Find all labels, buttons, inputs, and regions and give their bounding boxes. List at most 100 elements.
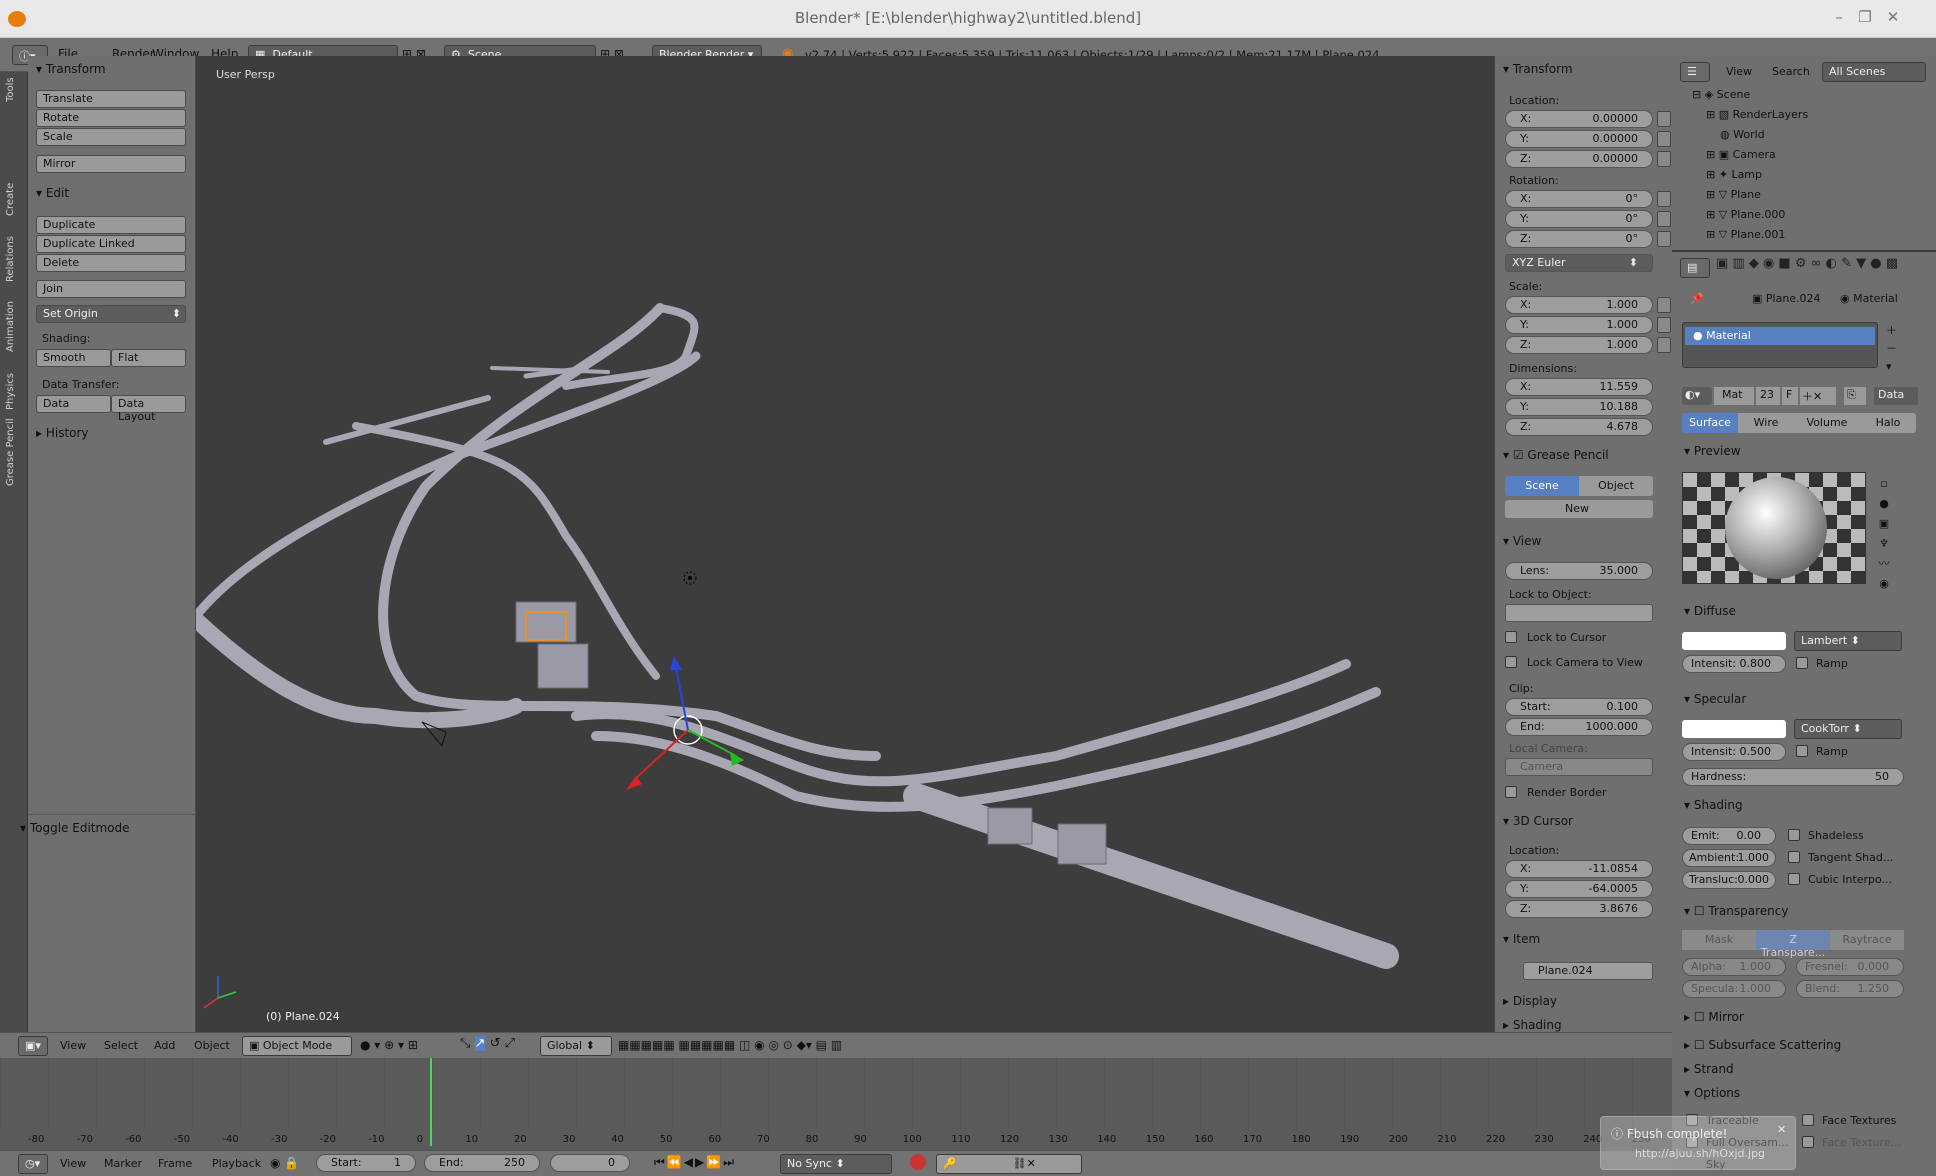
- outliner-item-plane000[interactable]: ⊞ ▽ Plane.000: [1706, 208, 1936, 224]
- cursor-x-field[interactable]: X: -11.0854: [1505, 860, 1653, 878]
- strand-header[interactable]: ▸ Strand: [1684, 1062, 1734, 1076]
- tab-volume[interactable]: Volume: [1794, 413, 1860, 433]
- translate-button[interactable]: Translate: [36, 90, 186, 108]
- preview-shape-icons[interactable]: ▫ ● ▣ ♆ 〰 ◉: [1872, 474, 1896, 590]
- specula-field[interactable]: Specula: 1.000: [1682, 980, 1786, 998]
- smooth-button[interactable]: Smooth: [36, 349, 111, 367]
- blend-field[interactable]: Blend: 1.250: [1796, 980, 1904, 998]
- tab-halo[interactable]: Halo: [1860, 413, 1916, 433]
- duplicate-button[interactable]: Duplicate: [36, 216, 186, 234]
- material-datablock[interactable]: ◐▾ Mat 23 F ＋✕ ⎘ Data: [1682, 387, 1918, 407]
- mode-select[interactable]: ▣ Object Mode: [242, 1036, 352, 1056]
- diffuse-shader-select[interactable]: Lambert ⬍: [1794, 631, 1902, 651]
- rotation-z-field[interactable]: Z: 0°: [1505, 230, 1653, 248]
- scale-button[interactable]: Scale: [36, 128, 186, 146]
- transluc-field[interactable]: Transluc: 0.000: [1682, 871, 1776, 889]
- preview-range-icons[interactable]: ◉ 🔒: [270, 1156, 299, 1170]
- tab-animation[interactable]: Animation: [5, 301, 16, 352]
- data-button[interactable]: Data: [36, 395, 111, 413]
- rotate-button[interactable]: Rotate: [36, 109, 186, 127]
- cursor-y-field[interactable]: Y: -64.0005: [1505, 880, 1653, 898]
- outliner-item-lamp[interactable]: ⊞ ✦ Lamp: [1706, 168, 1936, 184]
- history-panel-header[interactable]: ▸ History: [36, 426, 89, 440]
- scale-y-field[interactable]: Y: 1.000: [1505, 316, 1653, 334]
- face-textures-checkbox[interactable]: [1802, 1114, 1814, 1126]
- ambient-field[interactable]: Ambient: 1.000: [1682, 849, 1776, 867]
- tab-grease-pencil[interactable]: Grease Pencil: [5, 418, 16, 486]
- flat-button[interactable]: Flat: [111, 349, 186, 367]
- rotation-y-field[interactable]: Y: 0°: [1505, 210, 1653, 228]
- clip-end-field[interactable]: End: 1000.000: [1505, 718, 1653, 736]
- current-frame-marker[interactable]: [430, 1058, 432, 1146]
- tab-relations[interactable]: Relations: [5, 236, 16, 282]
- dimensions-x-field[interactable]: X: 11.559: [1505, 378, 1653, 396]
- timeline-editor-icon[interactable]: ◷▾: [18, 1154, 48, 1174]
- lock-icon[interactable]: [1657, 191, 1671, 207]
- duplicate-linked-button[interactable]: Duplicate Linked: [36, 235, 186, 253]
- specular-color-swatch[interactable]: [1682, 720, 1786, 738]
- material-name-field[interactable]: Mat: [1714, 387, 1754, 405]
- properties-context-tabs[interactable]: ▣ ▥ ◆ ◉ ■ ⚙ ∞ ◐ ✎ ▼ ● ▩: [1716, 256, 1926, 278]
- close-icon[interactable]: ✕: [1880, 6, 1906, 28]
- outliner-view-menu[interactable]: View: [1726, 65, 1752, 78]
- timeline-menu-frame[interactable]: Frame: [158, 1157, 192, 1170]
- gp-scene-button[interactable]: Scene: [1505, 476, 1579, 496]
- node-icon[interactable]: ⎘: [1844, 387, 1866, 405]
- view3d-menu-select[interactable]: Select: [104, 1039, 138, 1052]
- lock-icon[interactable]: [1657, 111, 1671, 127]
- outliner-item-camera[interactable]: ⊞ ▣ Camera: [1706, 148, 1936, 164]
- toast-close-icon[interactable]: ✕: [1777, 1123, 1786, 1136]
- cursor-z-field[interactable]: Z: 3.8676: [1505, 900, 1653, 918]
- material-browse-icon[interactable]: ◐▾: [1682, 387, 1712, 405]
- tab-mask[interactable]: Mask: [1682, 930, 1756, 950]
- timeline-area[interactable]: -80 -70 -60 -50 -40 -30 -20 -10 0 10 20 30 40 50 60 70 8…: [0, 1058, 1672, 1154]
- options-header[interactable]: ▾ Options: [1684, 1086, 1740, 1100]
- scale-x-field[interactable]: X: 1.000: [1505, 296, 1653, 314]
- lock-icon[interactable]: [1657, 231, 1671, 247]
- clip-start-field[interactable]: Start: 0.100: [1505, 698, 1653, 716]
- playback-controls[interactable]: ⏮⏪◀▶⏩⏭: [654, 1155, 736, 1170]
- sync-select[interactable]: No Sync ⬍: [780, 1154, 892, 1174]
- material-slot-item[interactable]: ● Material: [1685, 327, 1875, 345]
- delete-button[interactable]: Delete: [36, 254, 186, 272]
- shadeless-checkbox[interactable]: [1788, 829, 1800, 841]
- display-header[interactable]: ▸ Display: [1503, 994, 1557, 1008]
- outliner-search-menu[interactable]: Search: [1772, 65, 1810, 78]
- location-x-field[interactable]: X: 0.00000: [1505, 110, 1653, 128]
- dimensions-y-field[interactable]: Y: 10.188: [1505, 398, 1653, 416]
- tangent-checkbox[interactable]: [1788, 851, 1800, 863]
- local-camera-field[interactable]: Camera: [1505, 758, 1653, 776]
- current-frame-field[interactable]: 0: [550, 1154, 630, 1172]
- preview-header[interactable]: ▾ Preview: [1684, 444, 1741, 458]
- location-z-field[interactable]: Z: 0.00000: [1505, 150, 1653, 168]
- tab-create[interactable]: Create: [5, 183, 16, 216]
- gp-object-button[interactable]: Object: [1579, 476, 1653, 496]
- lock-icon[interactable]: [1657, 297, 1671, 313]
- cubic-checkbox[interactable]: [1788, 873, 1800, 885]
- diffuse-intensity-field[interactable]: Intensit: 0.800: [1682, 655, 1786, 673]
- item-header[interactable]: ▾ Item: [1503, 932, 1540, 946]
- grease-pencil-header[interactable]: ▾ ☑ Grease Pencil: [1503, 448, 1609, 462]
- lock-icon[interactable]: [1657, 211, 1671, 227]
- diffuse-color-swatch[interactable]: [1682, 632, 1786, 650]
- lens-field[interactable]: Lens: 35.000: [1505, 562, 1653, 580]
- outliner-item-plane001[interactable]: ⊞ ▽ Plane.001: [1706, 228, 1936, 238]
- specular-ramp-checkbox[interactable]: [1796, 745, 1808, 757]
- lock-icon[interactable]: [1657, 337, 1671, 353]
- rotation-x-field[interactable]: X: 0°: [1505, 190, 1653, 208]
- timeline-menu-playback[interactable]: Playback: [212, 1157, 261, 1170]
- outliner-item-plane[interactable]: ⊞ ▽ Plane: [1706, 188, 1936, 204]
- lock-icon[interactable]: [1657, 317, 1671, 333]
- pin-icon[interactable]: 📌: [1690, 292, 1704, 305]
- specular-shader-select[interactable]: CookTorr ⬍: [1794, 719, 1902, 739]
- n-transform-header[interactable]: ▾ Transform: [1503, 62, 1573, 76]
- diffuse-header[interactable]: ▾ Diffuse: [1684, 604, 1736, 618]
- diffuse-ramp-checkbox[interactable]: [1796, 657, 1808, 669]
- orientation-select[interactable]: Global ⬍: [540, 1036, 612, 1056]
- tab-ztransparency[interactable]: Z Transpare...: [1756, 930, 1830, 959]
- view3d-editor-icon[interactable]: ▣▾: [18, 1036, 48, 1056]
- item-name-field[interactable]: Plane.024: [1523, 962, 1653, 980]
- shading-header-props[interactable]: ▾ Shading: [1684, 798, 1743, 812]
- maximize-icon[interactable]: ❐: [1852, 6, 1878, 28]
- lock-icon[interactable]: [1657, 151, 1671, 167]
